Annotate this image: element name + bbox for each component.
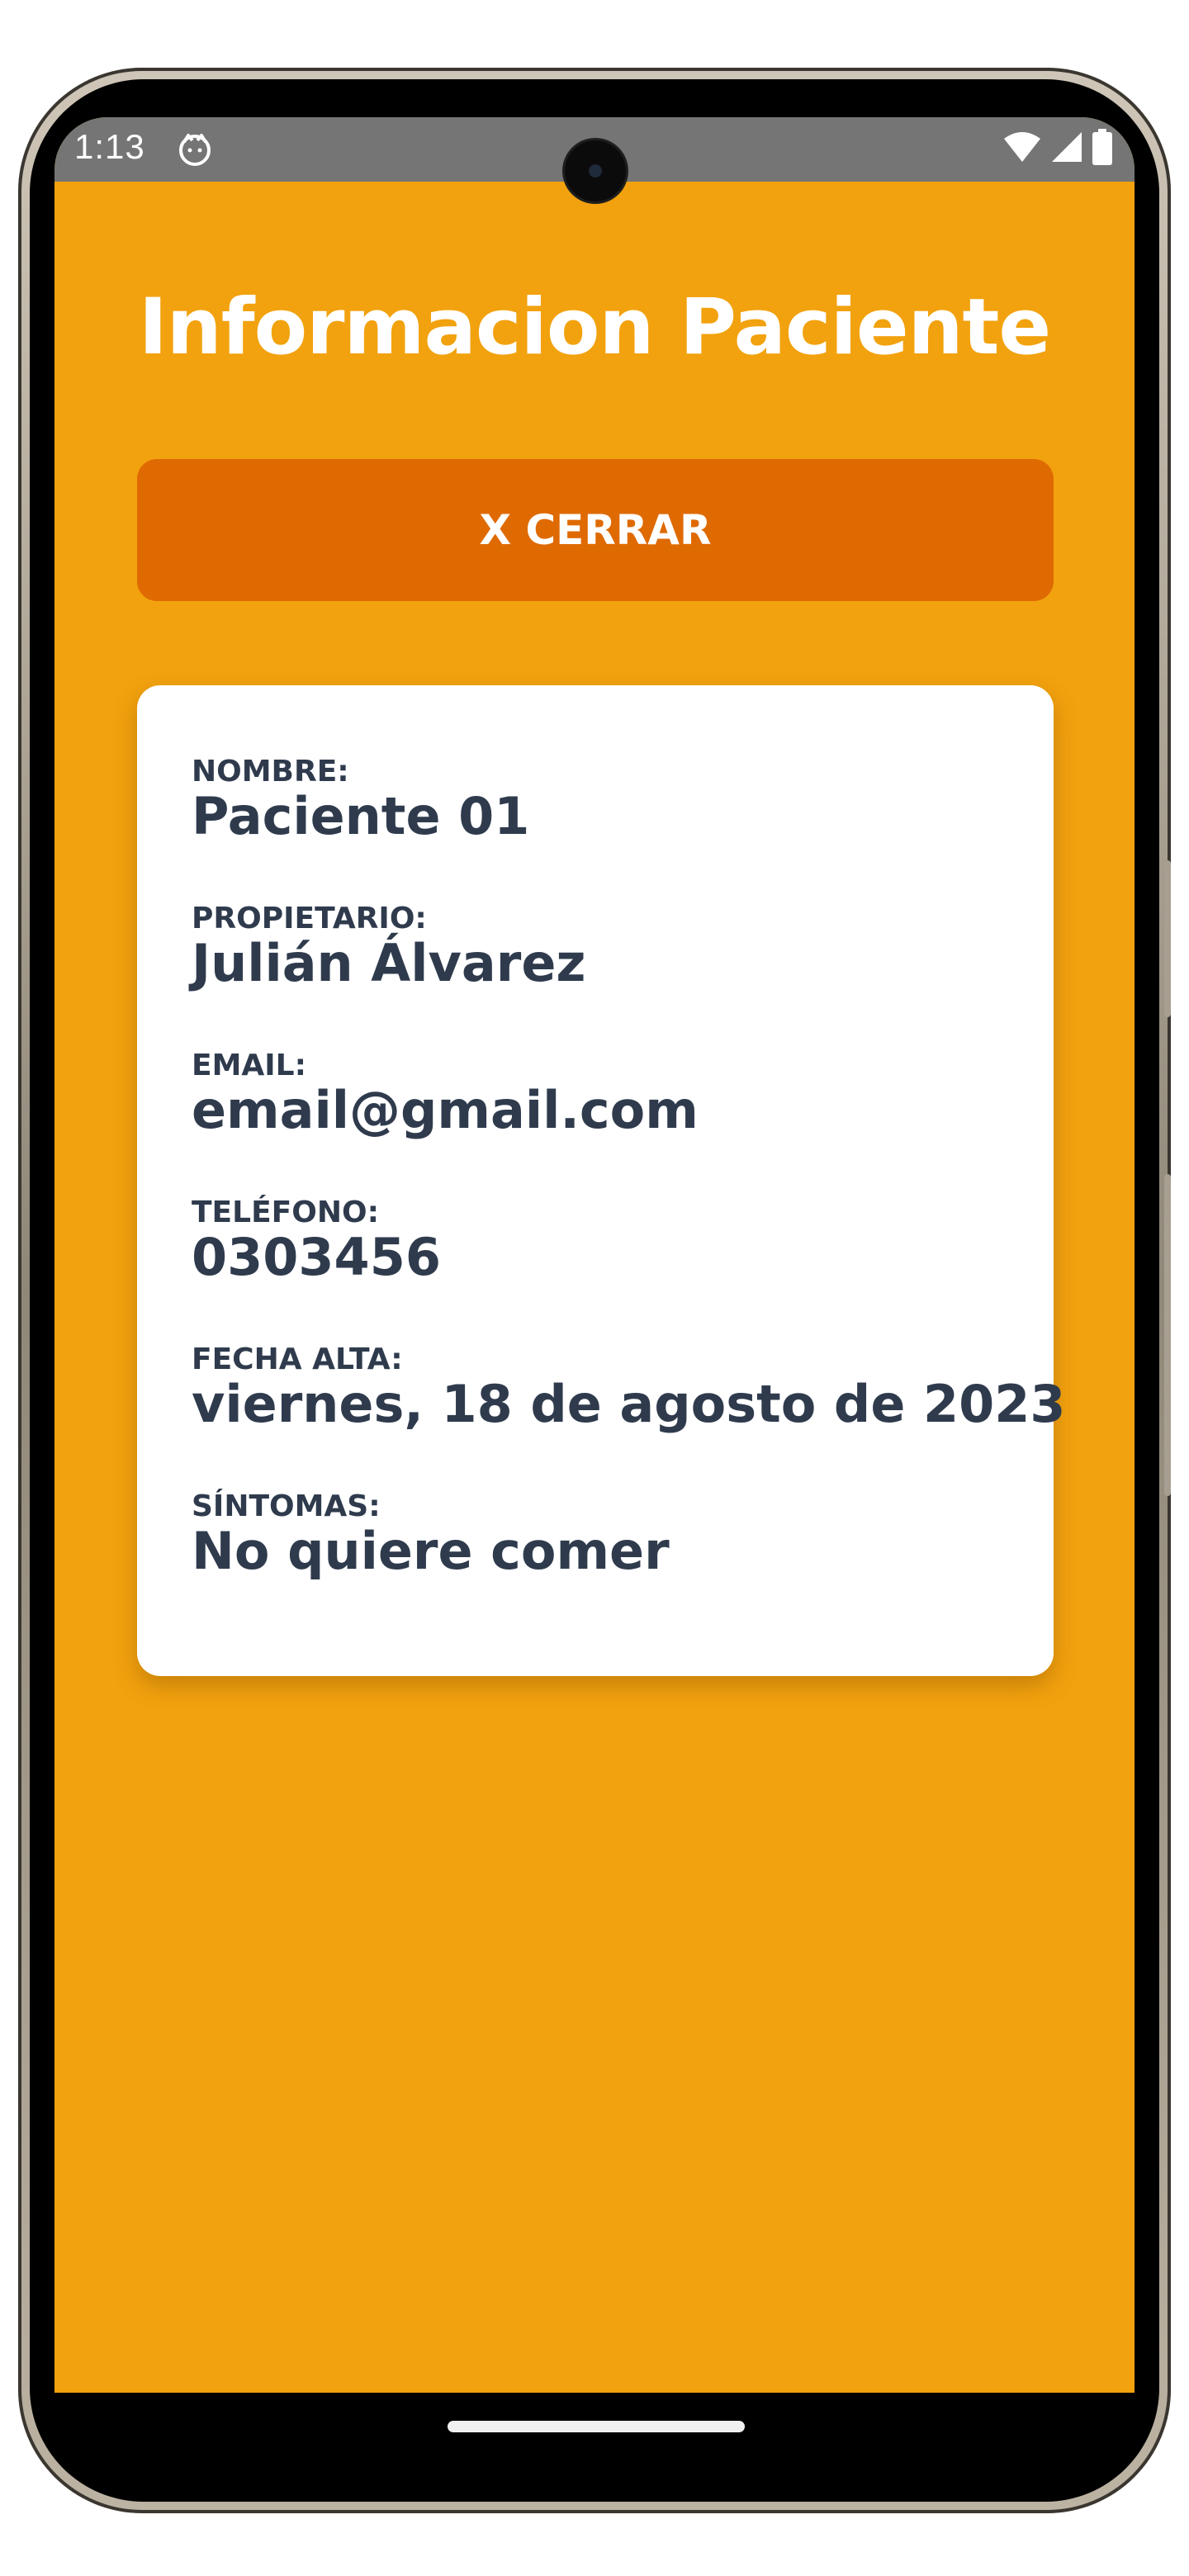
patient-info-card: NOMBRE: Paciente 01 PROPIETARIO: Julián … [137,685,1066,1676]
page-title: Informacion Paciente [138,282,1051,372]
app-screen: 1:13 Informacion Paciente X CERRAR NOMBR… [54,117,1135,2393]
symptoms-value: No quiere comer [192,1521,670,1581]
registration-date-value: viernes, 18 de agosto de 2023 [192,1374,1066,1434]
status-icons [1002,128,1113,169]
symptoms-label: SÍNTOMAS: [192,1489,381,1523]
battery-icon [1092,128,1113,169]
name-value: Paciente 01 [192,786,530,846]
status-time: 1:13 [74,127,145,166]
email-value: email@gmail.com [192,1080,699,1140]
front-camera [565,140,626,201]
name-label: NOMBRE: [192,755,349,788]
wifi-icon [1002,130,1042,168]
signal-icon [1050,130,1083,168]
phone-value: 0303456 [192,1227,441,1287]
navigation-bar [54,2393,1135,2485]
volume-button [1164,1174,1171,1496]
app-notification-icon [177,130,213,167]
home-indicator[interactable] [448,2421,745,2432]
email-label: EMAIL: [192,1049,307,1082]
power-button [1164,860,1171,1017]
registration-date-label: FECHA ALTA: [192,1342,403,1376]
owner-value: Julián Álvarez [192,933,586,993]
owner-label: PROPIETARIO: [192,902,427,935]
close-button[interactable]: X CERRAR [137,459,1054,601]
phone-label: TELÉFONO: [192,1196,380,1229]
